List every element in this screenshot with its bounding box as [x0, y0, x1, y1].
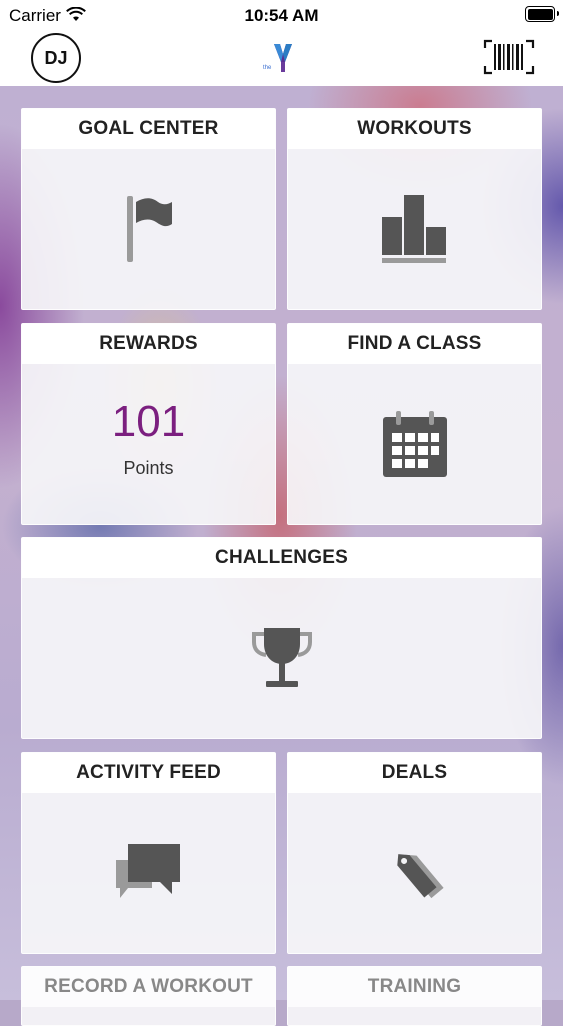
tile-find-a-class[interactable]: FIND A CLASS — [287, 323, 542, 525]
tag-icon — [396, 854, 444, 899]
tile-title: DEALS — [381, 762, 448, 783]
avatar-initials: DJ — [44, 47, 68, 68]
nav-bar: DJ the — [0, 30, 563, 86]
chat-bubbles-icon — [115, 844, 180, 898]
calendar-icon — [382, 411, 447, 477]
tile-title: WORKOUTS — [357, 118, 472, 139]
tile-title: REWARDS — [99, 333, 198, 354]
svg-text:the: the — [263, 65, 272, 71]
barcode-scanner-icon[interactable] — [483, 39, 535, 75]
reward-points-value: 101 — [111, 396, 186, 446]
tile-title: RECORD A WORKOUT — [44, 976, 253, 997]
tile-goal-center[interactable]: GOAL CENTER — [21, 108, 276, 310]
clock: 10:54 AM — [244, 6, 319, 25]
flag-icon — [126, 196, 172, 262]
tile-challenges[interactable]: CHALLENGES — [21, 537, 542, 739]
tile-deals[interactable]: DEALS — [287, 752, 542, 954]
battery-icon — [525, 6, 559, 22]
tile-title: ACTIVITY FEED — [76, 762, 221, 783]
trophy-icon — [251, 628, 312, 687]
tile-training[interactable]: TRAINING — [287, 966, 542, 1026]
tile-activity-feed[interactable]: ACTIVITY FEED — [21, 752, 276, 954]
profile-avatar-button[interactable]: DJ — [31, 33, 81, 83]
tile-title: TRAINING — [367, 976, 462, 997]
ymca-logo: the — [263, 44, 292, 72]
tile-title: FIND A CLASS — [347, 333, 482, 354]
tile-record-a-workout[interactable]: RECORD A WORKOUT — [21, 966, 276, 1026]
status-bar: Carrier 10:54 AM — [0, 0, 563, 30]
tile-rewards[interactable]: REWARDS 101 Points — [21, 323, 276, 525]
tile-title: GOAL CENTER — [78, 118, 219, 139]
tile-title: CHALLENGES — [215, 547, 348, 568]
tile-workouts[interactable]: WORKOUTS — [287, 108, 542, 310]
reward-points-label: Points — [123, 457, 174, 478]
bar-chart-icon — [381, 195, 446, 263]
